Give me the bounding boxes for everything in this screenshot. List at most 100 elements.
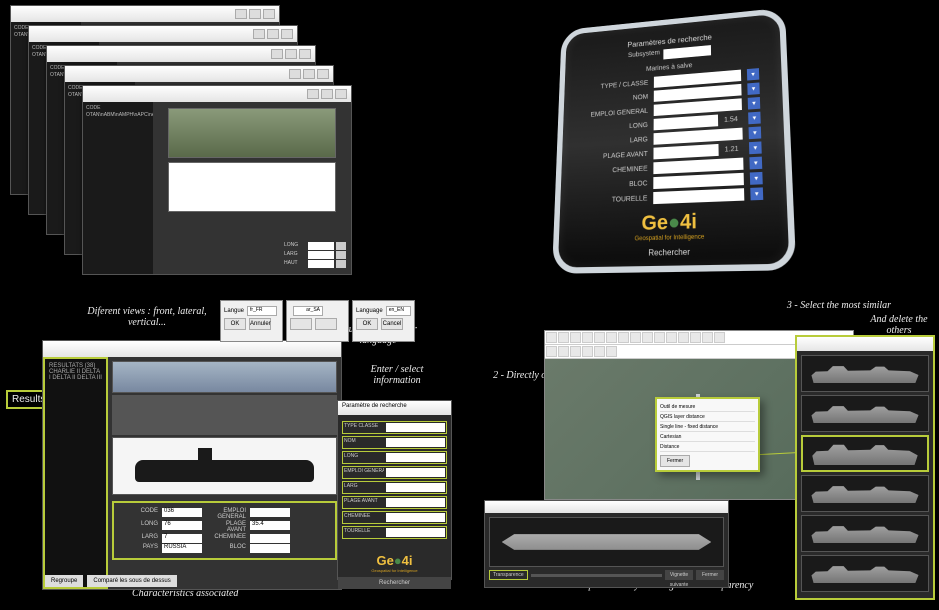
footer-button[interactable]: Comparé les sous de dessus (87, 575, 176, 587)
field-input[interactable] (653, 158, 743, 175)
toolbar-icon[interactable] (570, 346, 581, 357)
close-icon[interactable] (263, 9, 275, 19)
toolbar-icon[interactable] (546, 346, 557, 357)
close-button[interactable]: Fermer (696, 570, 724, 580)
minimize-icon[interactable] (235, 9, 247, 19)
dropdown-icon[interactable]: ▾ (747, 82, 759, 94)
close-button[interactable]: Fermer (660, 455, 690, 467)
close-icon[interactable] (317, 69, 329, 79)
toolbar-icon[interactable] (618, 332, 629, 343)
dropdown-icon[interactable]: ▾ (748, 97, 761, 110)
lang-select[interactable]: en_EN (386, 306, 411, 316)
search-button[interactable]: Rechercher (573, 245, 771, 259)
ok-button[interactable]: OK (224, 318, 246, 330)
field-input[interactable] (653, 173, 744, 189)
toolbar-icon[interactable] (546, 332, 557, 343)
toolbar-icon[interactable] (654, 332, 665, 343)
toolbar-icon[interactable] (642, 332, 653, 343)
field-label: LARG (582, 136, 647, 147)
close-icon[interactable] (299, 49, 311, 59)
toolbar-icon[interactable] (702, 332, 713, 343)
field-input[interactable] (386, 513, 445, 522)
dropdown-icon[interactable]: ▾ (750, 187, 763, 200)
toolbar-icon[interactable] (570, 332, 581, 343)
toolbar-icon[interactable] (678, 332, 689, 343)
subsystem-label: Subsystem (628, 50, 660, 63)
minimize-icon[interactable] (307, 89, 319, 99)
field-input[interactable] (386, 438, 445, 447)
toolbar-icon[interactable] (690, 332, 701, 343)
toolbar-icon[interactable] (606, 332, 617, 343)
minimize-icon[interactable] (289, 69, 301, 79)
larg-input[interactable] (308, 251, 334, 259)
stepper-icon[interactable] (336, 251, 346, 259)
results-list[interactable]: RESULTATS (38) CHARLIE II DELTA I DELTA … (43, 357, 108, 589)
toolbar-icon[interactable] (594, 332, 605, 343)
maximize-icon[interactable] (321, 89, 333, 99)
maximize-icon[interactable] (303, 69, 315, 79)
maximize-icon[interactable] (267, 29, 279, 39)
field-input[interactable] (386, 498, 445, 507)
toolbar-icon[interactable] (558, 332, 569, 343)
stepper-icon[interactable] (336, 242, 346, 250)
field-input[interactable] (653, 144, 718, 159)
dropdown-icon[interactable]: ▾ (747, 68, 759, 80)
field-input[interactable] (654, 128, 743, 145)
toolbar-icon[interactable] (582, 332, 593, 343)
toolbar-icon[interactable] (558, 346, 569, 357)
sidebar-list[interactable]: CODE OTAN\nABM\nAMPH\nAPC\nARTY\nATGM\nH… (83, 102, 153, 274)
char-label: CODE (118, 508, 158, 520)
cancel-button[interactable] (315, 318, 337, 330)
ok-button[interactable]: OK (356, 318, 378, 330)
close-icon[interactable] (335, 89, 347, 99)
char-label: LONG (118, 521, 158, 533)
toolbar-icon[interactable] (630, 332, 641, 343)
cancel-button[interactable]: Cancel (381, 318, 403, 330)
similar-item[interactable] (801, 395, 929, 432)
similar-item[interactable] (801, 515, 929, 552)
toolbar-icon[interactable] (582, 346, 593, 357)
toolbar-icon[interactable] (594, 346, 605, 357)
toolbar-icon[interactable] (606, 346, 617, 357)
similar-item-selected[interactable] (801, 435, 929, 472)
subsystem-select[interactable] (664, 45, 712, 59)
field-input[interactable] (654, 115, 719, 131)
ok-button[interactable] (290, 318, 312, 330)
lang-select[interactable]: ar_SA (293, 306, 323, 316)
field-input[interactable] (386, 423, 445, 432)
similar-item[interactable] (801, 355, 929, 392)
window-titlebar (83, 86, 351, 102)
minimize-icon[interactable] (253, 29, 265, 39)
field-input[interactable] (386, 453, 445, 462)
dropdown-icon[interactable]: ▾ (748, 112, 761, 125)
minimize-icon[interactable] (271, 49, 283, 59)
field-label: TYPE / CLASSE (584, 80, 648, 92)
transparency-slider[interactable] (531, 574, 662, 577)
search-button[interactable]: Rechercher (338, 577, 451, 589)
dropdown-icon[interactable]: ▾ (749, 126, 762, 139)
stepper-icon[interactable] (336, 260, 346, 268)
dropdown-icon[interactable]: ▾ (749, 141, 762, 154)
footer-button[interactable]: Regroupe (45, 575, 83, 587)
search-field-row: EMPLOI GENERAL (342, 466, 447, 479)
field-input[interactable] (386, 528, 445, 537)
field-input[interactable] (386, 468, 445, 477)
helicopter-silhouette (168, 162, 335, 212)
char-label: CHEMINEE (206, 534, 246, 543)
long-input[interactable] (308, 242, 334, 250)
dropdown-icon[interactable]: ▾ (750, 172, 763, 185)
field-input[interactable] (653, 188, 744, 204)
cancel-button[interactable]: Annuler (249, 318, 271, 330)
maximize-icon[interactable] (285, 49, 297, 59)
field-input[interactable] (386, 483, 445, 492)
dropdown-icon[interactable]: ▾ (749, 157, 762, 170)
similar-item[interactable] (801, 475, 929, 512)
similar-item[interactable] (801, 555, 929, 592)
maximize-icon[interactable] (249, 9, 261, 19)
toolbar-icon[interactable] (666, 332, 677, 343)
lang-select[interactable]: fr_FR (247, 306, 277, 316)
close-icon[interactable] (281, 29, 293, 39)
next-button[interactable]: Vignette suivante (665, 570, 693, 580)
haut-input[interactable] (308, 260, 334, 268)
toolbar-icon[interactable] (714, 332, 725, 343)
